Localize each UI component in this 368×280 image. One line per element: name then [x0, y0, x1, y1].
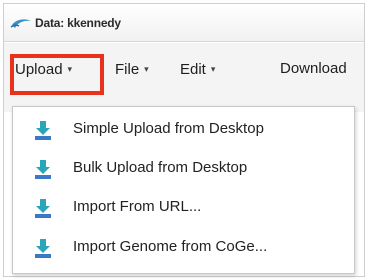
menu-item-label: Simple Upload from Desktop — [73, 120, 264, 137]
menu-item-import-url[interactable]: Import From URL... — [13, 189, 354, 227]
upload-dropdown-menu: Simple Upload from Desktop Bulk Upload f… — [12, 106, 355, 274]
window-title: Data: kkennedy — [35, 16, 121, 30]
upload-icon — [35, 160, 51, 179]
menu-item-simple-upload[interactable]: Simple Upload from Desktop — [13, 111, 354, 149]
window-titlebar: Data: kkennedy — [4, 4, 364, 42]
chevron-down-icon: ▾ — [144, 64, 149, 74]
menu-item-import-genome[interactable]: Import Genome from CoGe... — [13, 229, 354, 267]
upload-icon — [35, 239, 51, 258]
menu-item-label: Import From URL... — [73, 198, 202, 215]
upload-icon — [35, 199, 51, 218]
menu-download[interactable]: Download — [280, 56, 347, 82]
app-logo-icon — [10, 19, 31, 28]
menu-file-label: File — [115, 61, 140, 78]
menu-file[interactable]: File ▾ — [115, 56, 149, 82]
menu-item-label: Import Genome from CoGe... — [73, 238, 268, 255]
menu-edit[interactable]: Edit ▾ — [180, 56, 215, 82]
menu-edit-label: Edit — [180, 61, 206, 78]
chevron-down-icon: ▾ — [210, 64, 216, 74]
upload-highlight-box — [10, 54, 104, 95]
menu-item-label: Bulk Upload from Desktop — [73, 159, 248, 176]
menu-download-label: Download — [280, 60, 347, 77]
menu-item-bulk-upload[interactable]: Bulk Upload from Desktop — [13, 150, 354, 188]
upload-icon — [35, 121, 51, 140]
